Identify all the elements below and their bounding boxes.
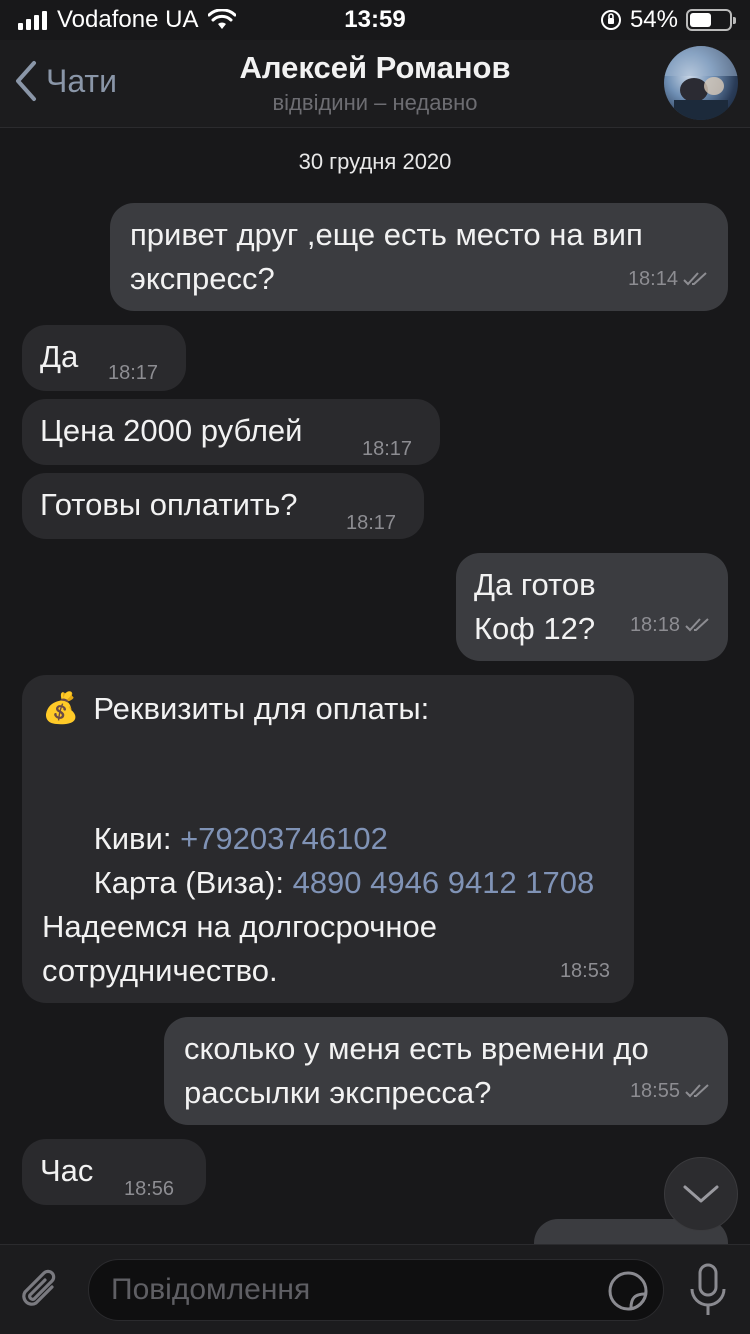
chevron-down-icon: [683, 1185, 719, 1203]
message-text: сколько у меня есть времени до рассылки …: [184, 1031, 649, 1110]
payment-heading-row: 💰 Реквизиты для оплаты:: [42, 687, 429, 731]
message-time: 18:18: [630, 603, 712, 647]
message-time: 18:17: [346, 512, 397, 534]
message-incoming[interactable]: Час 18:56: [22, 1139, 206, 1205]
battery-percent: 54%: [629, 6, 678, 33]
battery-fill: [690, 13, 711, 27]
message-field[interactable]: [88, 1259, 664, 1321]
closing-text: Надеемся на долгосрочное сотрудничество.: [42, 909, 438, 988]
message-incoming[interactable]: Да 18:17: [22, 325, 186, 391]
message-time-label: 18:55: [629, 1080, 680, 1102]
message-time: 18:53: [559, 960, 610, 982]
carrier-label: Vodafone UA: [57, 6, 199, 33]
message-time: 18:55: [630, 1069, 712, 1113]
wifi-icon: [208, 9, 237, 29]
battery-icon: [686, 9, 736, 31]
message-incoming-payment[interactable]: 💰 Реквизиты для оплаты: Киви: +792037461…: [22, 675, 634, 1003]
message-time: 18:17: [108, 362, 159, 384]
message-incoming[interactable]: Цена 2000 рублей 18:17: [22, 399, 440, 465]
message-time-label: 18:14: [627, 268, 678, 290]
avatar-photo: [664, 46, 738, 120]
chat-title: Алексей Романов: [239, 50, 511, 85]
orientation-lock-icon: [600, 10, 621, 30]
message-time: 18:17: [362, 438, 413, 460]
read-check-icon: [684, 617, 712, 633]
card-label: Карта (Виза):: [93, 865, 293, 900]
message-outgoing[interactable]: сколько у меня есть времени до рассылки …: [164, 1017, 728, 1125]
chat-subtitle: відвідини – недавно: [272, 90, 478, 115]
message-input[interactable]: [111, 1273, 571, 1307]
date-separator: 30 грудня 2020: [298, 149, 452, 174]
paperclip-icon[interactable]: [18, 1265, 64, 1315]
status-left: Vodafone UA: [18, 6, 237, 34]
signal-icon: [18, 10, 47, 30]
read-check-icon: [684, 1083, 712, 1099]
avatar[interactable]: [664, 46, 738, 120]
read-check-icon: [682, 271, 710, 287]
message-text: Цена 2000 рублей: [40, 413, 303, 448]
sticker-icon[interactable]: [607, 1270, 649, 1312]
money-bag-icon: 💰: [42, 692, 80, 725]
title-block[interactable]: Алексей Романов відвідини – недавно: [0, 50, 750, 116]
chat-area[interactable]: 30 грудня 2020 привет друг ,еще есть мес…: [0, 129, 750, 1244]
message-incoming[interactable]: Готовы оплатить? 18:17: [22, 473, 424, 539]
status-bar: Vodafone UA 13:59 54%: [0, 0, 750, 40]
message-time: 18:14: [628, 257, 710, 301]
message-text: Да: [40, 339, 79, 374]
message-time: 18:56: [124, 1178, 175, 1200]
message-text: Час: [40, 1153, 94, 1188]
message-text: Готовы оплатить?: [40, 487, 298, 522]
message-outgoing[interactable]: Да готов Коф 12? 18:18: [456, 553, 728, 661]
message-text: Да готов Коф 12?: [474, 567, 596, 646]
scroll-down-button[interactable]: [664, 1157, 738, 1231]
status-right: 54%: [600, 6, 736, 34]
chat-header: Чати Алексей Романов відвідини – недавно: [0, 40, 750, 128]
payment-heading: Реквизиты для оплаты:: [93, 691, 430, 726]
message-time-label: 18:18: [629, 614, 680, 636]
card-number-link[interactable]: 4890 4946 9412 1708: [293, 865, 595, 900]
message-outgoing[interactable]: привет друг ,еще есть место на вип экспр…: [110, 203, 728, 311]
message-text: привет друг ,еще есть место на вип экспр…: [130, 217, 643, 296]
composer-bar: [0, 1244, 750, 1334]
microphone-icon[interactable]: [688, 1263, 728, 1319]
